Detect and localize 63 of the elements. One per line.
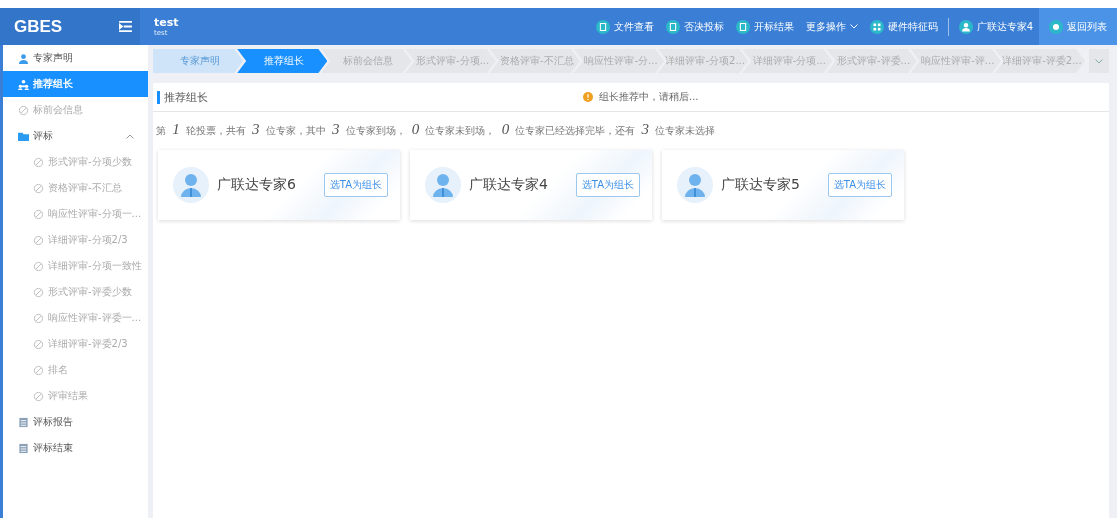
circle-slash-icon — [18, 104, 29, 116]
sidebar-item[interactable]: 形式评审-分项少数 — [3, 149, 148, 175]
select-leader-button[interactable]: 选TA为组长 — [827, 173, 892, 197]
circle-slash-icon — [33, 234, 44, 246]
sidebar-item[interactable]: 排名 — [3, 357, 148, 383]
expert-name: 广联达专家4 — [469, 176, 548, 194]
document-icon — [665, 19, 680, 34]
vote-summary: 第 1 轮投票，共有 3 位专家，其中 3 位专家到场， 0 位专家未到场， 0 位专家已经选择完毕，还有 3 位专家未选择 — [156, 121, 717, 138]
circle-slash-icon — [33, 156, 44, 168]
avatar-icon — [173, 167, 209, 203]
sidebar-item[interactable]: 详细评审-评委2/3 — [3, 331, 148, 357]
project-title: test — [154, 16, 179, 29]
circle-slash-icon — [33, 182, 44, 194]
select-leader-button[interactable]: 选TA为组长 — [323, 173, 388, 197]
caret-icon — [1095, 58, 1104, 64]
sidebar-item[interactable]: 评标报告 — [3, 409, 148, 435]
sidebar-item[interactable]: 评标 — [3, 123, 148, 149]
step-tab[interactable]: 专家声明 — [153, 49, 244, 73]
panel-title: 推荐组长 — [157, 90, 208, 104]
people-icon — [18, 78, 29, 90]
sidebar-item[interactable]: 标前会信息 — [3, 97, 148, 123]
circle-slash-icon — [33, 208, 44, 220]
step-tab[interactable]: 推荐组长 — [237, 49, 328, 73]
user-icon — [958, 19, 973, 34]
sidebar-item[interactable]: 评审结果 — [3, 383, 148, 409]
document-icon — [18, 416, 29, 428]
warning-icon — [583, 92, 593, 102]
circle-slash-icon — [33, 260, 44, 272]
select-leader-button[interactable]: 选TA为组长 — [575, 173, 640, 197]
document-icon — [595, 19, 610, 34]
toolbar-button[interactable]: 否决投标 — [659, 8, 730, 45]
folder-icon — [18, 130, 29, 142]
user-icon — [18, 52, 29, 64]
avatar-icon — [677, 167, 713, 203]
menu-icon[interactable] — [119, 21, 132, 32]
sidebar-item[interactable]: 形式评审-评委少数 — [3, 279, 148, 305]
circle-slash-icon — [33, 364, 44, 376]
document-icon — [18, 442, 29, 454]
toolbar-button[interactable]: 文件查看 — [589, 8, 660, 45]
sidebar-item[interactable]: 详细评审-分项2/3 — [3, 227, 148, 253]
caret-icon — [849, 24, 858, 29]
document-icon — [735, 19, 750, 34]
toolbar-button[interactable]: 返回列表 — [1039, 8, 1117, 45]
avatar-icon — [425, 167, 461, 203]
sidebar-item[interactable]: 资格评审-不汇总 — [3, 175, 148, 201]
app-logo: GBES — [14, 16, 63, 37]
sidebar-item[interactable]: 评标结束 — [3, 435, 148, 461]
circle-icon — [1049, 19, 1063, 34]
sidebar-item[interactable]: 推荐组长 — [3, 71, 148, 97]
grid-icon — [869, 19, 884, 34]
sidebar-item[interactable]: 专家声明 — [3, 45, 148, 71]
expert-name: 广联达专家5 — [721, 176, 800, 194]
chevron-icon — [126, 133, 134, 139]
circle-slash-icon — [33, 286, 44, 298]
notice-text: 组长推荐中，请稍后... — [599, 90, 699, 104]
circle-slash-icon — [33, 390, 44, 402]
expert-name: 广联达专家6 — [217, 176, 296, 194]
circle-slash-icon — [33, 338, 44, 350]
circle-slash-icon — [33, 312, 44, 324]
toolbar-button[interactable]: 开标结果 — [729, 8, 800, 45]
more-actions-dropdown[interactable]: 更多操作 — [799, 8, 864, 45]
user-menu[interactable]: 广联达专家4 — [952, 8, 1039, 45]
toolbar-button[interactable]: 硬件特征码 — [863, 8, 944, 45]
